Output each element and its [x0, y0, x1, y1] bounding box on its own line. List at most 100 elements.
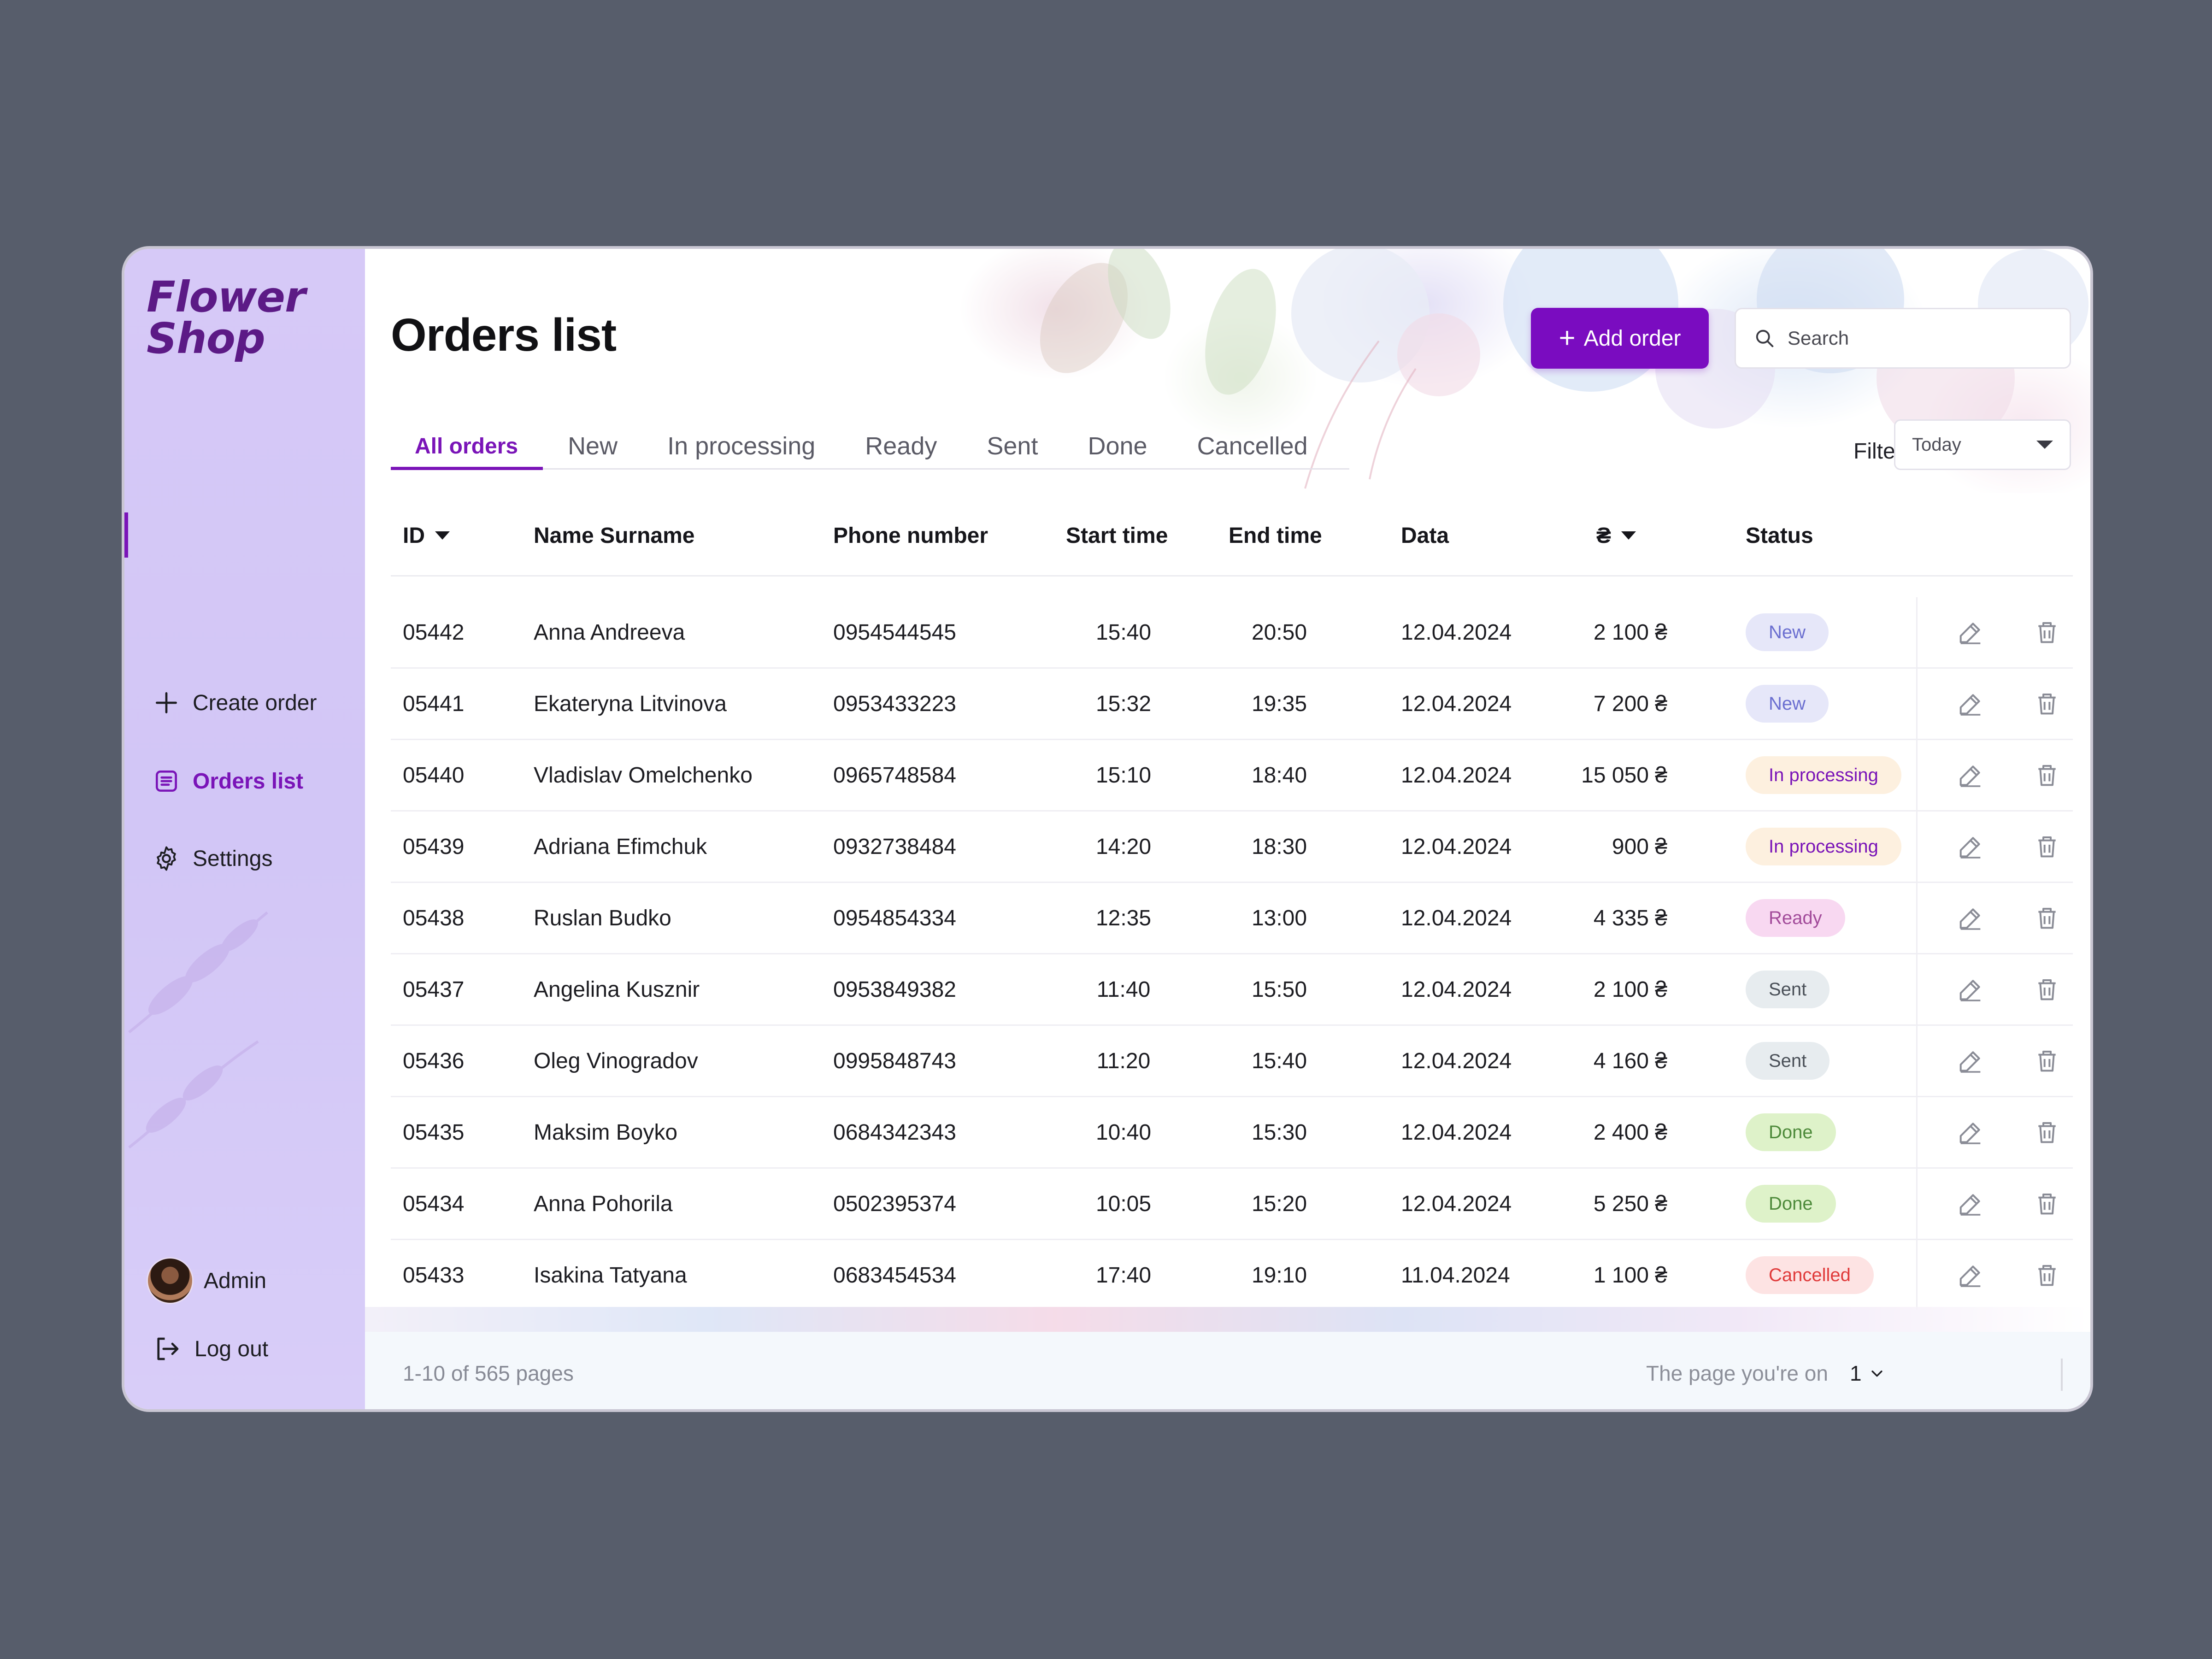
cell-end-time: 15:30: [1251, 1120, 1307, 1145]
cell-status: Done: [1746, 1097, 1836, 1167]
cell-name: Ruslan Budko: [534, 906, 671, 930]
sidebar-item-settings[interactable]: Settings: [152, 838, 272, 879]
page-label: The page you're on: [1646, 1361, 1828, 1385]
cell-end-time: 19:10: [1251, 1263, 1307, 1288]
header-price-label: ₴: [1596, 523, 1612, 548]
trash-icon: [2038, 1051, 2056, 1072]
header-end-time: End time: [1229, 523, 1322, 548]
date-filter-select[interactable]: Today: [1894, 419, 2071, 470]
cell-name: Isakina Tatyana: [534, 1263, 687, 1288]
cell-date: 12.04.2024: [1401, 906, 1512, 930]
delete-order-button[interactable]: [2030, 686, 2065, 721]
pagination-info: 1-10 of 565 pages: [403, 1361, 574, 1385]
cell-end-time: 15:40: [1251, 1048, 1307, 1073]
table-row[interactable]: 05439 Adriana Efimchuk 0932738484 14:20 18:3…: [391, 812, 2073, 883]
status-tabs: All orders New In processing Ready Sent …: [391, 424, 1349, 470]
cell-phone: 0953433223: [833, 691, 956, 716]
search-box[interactable]: [1735, 308, 2071, 369]
cell-end-time: 18:30: [1251, 834, 1307, 859]
tab-done[interactable]: Done: [1063, 424, 1172, 468]
search-input[interactable]: [1787, 327, 2047, 350]
tab-cancelled[interactable]: Cancelled: [1172, 424, 1333, 468]
table-row[interactable]: 05436 Oleg Vinogradov 0995848743 11:20 15:40…: [391, 1026, 2073, 1097]
actions-divider: [1916, 883, 1918, 953]
cell-name: Ekateryna Litvinova: [534, 691, 727, 716]
leaf-decoration: [128, 911, 268, 1034]
edit-order-button[interactable]: [1953, 1043, 1988, 1078]
cell-date: 12.04.2024: [1401, 1048, 1512, 1073]
cell-status: Cancelled: [1746, 1240, 1874, 1310]
cell-date: 12.04.2024: [1401, 834, 1512, 859]
tab-ready[interactable]: Ready: [840, 424, 962, 468]
edit-order-button[interactable]: [1953, 1115, 1988, 1150]
actions-divider: [1916, 597, 1918, 667]
tab-sent[interactable]: Sent: [962, 424, 1063, 468]
cell-start-time: 11:40: [1096, 977, 1151, 1002]
sidebar-item-orders-list[interactable]: Orders list: [152, 760, 303, 802]
sidebar: Flower Shop Create order Orders list Set…: [124, 249, 365, 1409]
tab-new[interactable]: New: [543, 424, 642, 468]
cell-price: 900 ₴: [1612, 834, 1667, 859]
cell-id: 05441: [403, 691, 465, 716]
add-order-button[interactable]: + Add order: [1531, 308, 1709, 369]
table-row[interactable]: 05440 Vladislav Omelchenko 0965748584 15:10…: [391, 740, 2073, 812]
trash-icon: [2038, 765, 2056, 786]
edit-order-button[interactable]: [1953, 1186, 1988, 1221]
edit-order-button[interactable]: [1953, 758, 1988, 793]
gear-icon: [157, 846, 176, 871]
pencil-icon: [1959, 623, 1981, 644]
edit-order-button[interactable]: [1953, 829, 1988, 864]
sort-icon[interactable]: [1621, 531, 1636, 540]
delete-order-button[interactable]: [2030, 1115, 2065, 1150]
leaf-decoration: [128, 1040, 259, 1149]
delete-order-button[interactable]: [2030, 972, 2065, 1007]
cell-name: Maksim Boyko: [534, 1120, 678, 1145]
pencil-icon: [1959, 837, 1981, 859]
delete-order-button[interactable]: [2030, 829, 2065, 864]
pencil-icon: [1959, 980, 1981, 1001]
cell-end-time: 13:00: [1251, 906, 1307, 930]
edit-order-button[interactable]: [1953, 972, 1988, 1007]
edit-order-button[interactable]: [1953, 900, 1988, 935]
avatar: [147, 1257, 194, 1304]
sort-icon[interactable]: [435, 531, 450, 540]
orders-table-body: 05442 Anna Andreeva 0954544545 15:40 20:50 12…: [391, 597, 2073, 1310]
chevron-down-icon: [1871, 1371, 1883, 1377]
logout-icon: [157, 1337, 179, 1360]
delete-order-button[interactable]: [2030, 1258, 2065, 1293]
header-id[interactable]: ID: [403, 496, 450, 575]
delete-order-button[interactable]: [2030, 900, 2065, 935]
delete-order-button[interactable]: [2030, 1186, 2065, 1221]
header-phone: Phone number: [833, 523, 988, 548]
table-row[interactable]: 05442 Anna Andreeva 0954544545 15:40 20:50 12…: [391, 597, 2073, 669]
user-profile[interactable]: Admin: [147, 1257, 266, 1304]
table-row[interactable]: 05437 Angelina Kusznir 0953849382 11:40 15:5…: [391, 954, 2073, 1026]
cell-date: 11.04.2024: [1401, 1263, 1510, 1288]
tab-all-orders[interactable]: All orders: [391, 424, 543, 470]
header-price[interactable]: ₴: [1596, 496, 1636, 575]
sidebar-item-create-order[interactable]: Create order: [152, 682, 317, 724]
brand-line1: Flower: [147, 272, 306, 322]
edit-order-button[interactable]: [1953, 686, 1988, 721]
actions-divider: [1916, 1240, 1918, 1310]
cell-price: 4 335 ₴: [1593, 906, 1667, 930]
table-row[interactable]: 05438 Ruslan Budko 0954854334 12:35 13:00 12.…: [391, 883, 2073, 954]
table-row[interactable]: 05435 Maksim Boyko 0684342343 10:40 15:30 12.…: [391, 1097, 2073, 1169]
delete-order-button[interactable]: [2030, 1043, 2065, 1078]
tab-in-processing[interactable]: In processing: [642, 424, 840, 468]
status-badge: Done: [1746, 1113, 1836, 1151]
table-row[interactable]: 05434 Anna Pohorila 0502395374 10:05 15:20 12…: [391, 1169, 2073, 1240]
edit-order-button[interactable]: [1953, 1258, 1988, 1293]
page-select[interactable]: 1: [1850, 1354, 1885, 1393]
table-row[interactable]: 05441 Ekateryna Litvinova 0953433223 15:32 1…: [391, 669, 2073, 740]
delete-order-button[interactable]: [2030, 758, 2065, 793]
pagination-divider: [2061, 1359, 2063, 1391]
floral-strip: [365, 1307, 2090, 1332]
edit-order-button[interactable]: [1953, 615, 1988, 650]
table-row[interactable]: 05433 Isakina Tatyana 0683454534 17:40 19:10…: [391, 1240, 2073, 1310]
delete-order-button[interactable]: [2030, 615, 2065, 650]
status-badge: Sent: [1746, 1042, 1830, 1080]
logout-button[interactable]: Log out: [152, 1334, 268, 1364]
cell-id: 05433: [403, 1263, 465, 1288]
cell-start-time: 17:40: [1095, 1263, 1152, 1288]
